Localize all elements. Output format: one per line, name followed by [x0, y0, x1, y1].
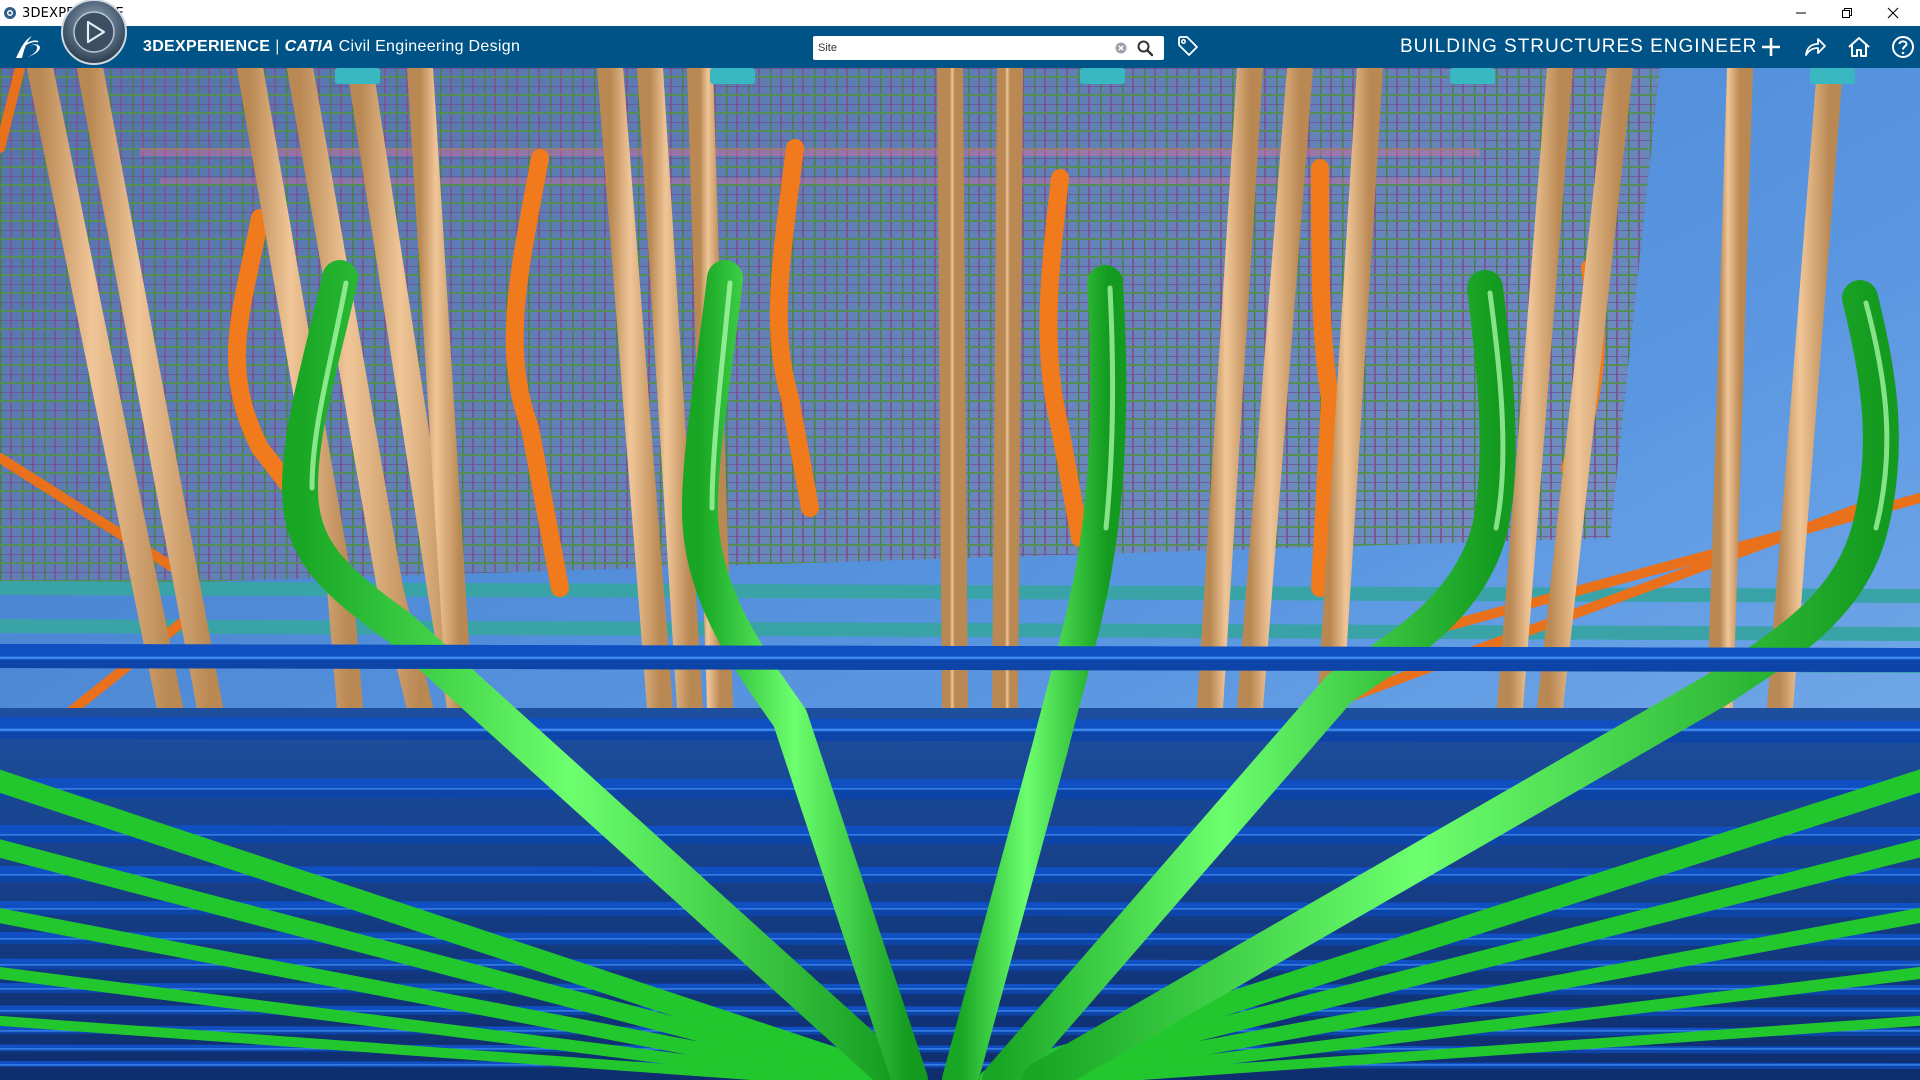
search-box[interactable]	[813, 36, 1164, 60]
share-icon[interactable]	[1802, 34, 1828, 60]
brand-separator: |	[275, 38, 280, 55]
help-icon[interactable]	[1890, 34, 1916, 60]
app-icon	[4, 7, 16, 19]
add-icon[interactable]	[1758, 34, 1784, 60]
brand-app-title: Civil Engineering Design	[338, 38, 521, 55]
tag-icon[interactable]	[1176, 34, 1200, 58]
search-icon[interactable]	[1136, 39, 1154, 57]
minimize-icon	[1796, 12, 1806, 14]
app-brand: 3DEXPERIENCE | CATIA Civil Engineering Des…	[143, 38, 520, 56]
minimize-button[interactable]	[1778, 0, 1824, 26]
3d-viewport[interactable]	[0, 68, 1920, 1080]
compass-icon[interactable]	[60, 0, 128, 66]
role-title[interactable]: BUILDING STRUCTURES ENGINEER	[1400, 36, 1757, 58]
restore-button[interactable]	[1824, 0, 1870, 26]
app-topbar: 3DEXPERIENCE | CATIA Civil Engineering Des…	[0, 26, 1920, 68]
rebar-model-scene[interactable]	[0, 68, 1920, 1080]
window-titlebar: 3DEXPERIENCE	[0, 0, 1920, 26]
ds-logo-icon[interactable]	[10, 30, 46, 64]
close-icon	[1887, 7, 1899, 19]
home-icon[interactable]	[1846, 34, 1872, 60]
search-input[interactable]	[818, 39, 1108, 57]
brand-app-name: CATIA	[284, 38, 334, 55]
restore-icon	[1842, 8, 1852, 18]
close-button[interactable]	[1870, 0, 1916, 26]
search-clear-icon[interactable]	[1115, 42, 1127, 54]
brand-prefix: 3DEXPERIENCE	[143, 38, 271, 55]
